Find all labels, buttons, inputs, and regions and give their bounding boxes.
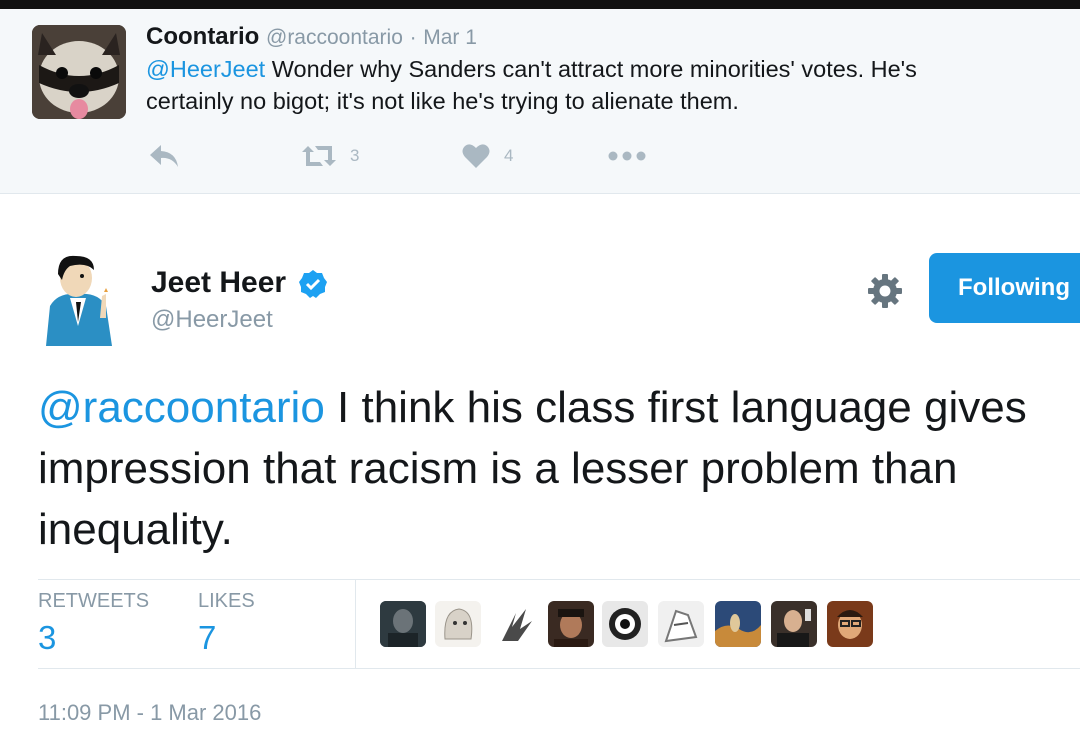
tweet-text-line1: Wonder why Sanders can't attract more mi… [265,56,917,82]
avatar[interactable] [548,601,594,647]
parent-tweet-header: Coontario @raccoontario · Mar 1 [146,23,477,51]
mention-link[interactable]: @HeerJeet [146,56,265,82]
likes-label: LIKES [198,590,255,612]
avatar[interactable] [380,601,426,647]
more-button[interactable] [608,141,646,171]
retweets-stat[interactable]: RETWEETS 3 [38,590,178,657]
like-count: 4 [504,146,514,165]
gear-icon [868,274,902,308]
author-name[interactable]: Jeet Heer [151,266,328,300]
parent-tweet-text: @HeerJeet Wonder why Sanders can't attra… [146,53,1066,117]
avatar[interactable] [40,248,118,346]
main-tweet-text: @raccoontario I think his class first la… [38,377,1068,560]
avatar[interactable] [602,601,648,647]
retweets-label: RETWEETS [38,590,150,612]
following-button[interactable]: Following [929,253,1080,323]
tweet-text-line2: certainly no bigot; it's not like he's t… [146,88,739,114]
reply-button[interactable] [148,141,180,171]
likes-stat[interactable]: LIKES 7 [198,590,318,657]
retweet-count: 3 [350,146,360,165]
avatar[interactable] [827,601,873,647]
heart-icon [462,144,490,168]
status-bar [0,0,1080,9]
tweet-date[interactable]: Mar 1 [423,26,477,49]
reply-icon [150,145,178,167]
tweet-actions: 3 4 [146,141,746,171]
divider [38,579,1080,580]
likes-value: 7 [198,619,217,656]
avatar[interactable] [32,25,126,119]
retweet-button[interactable]: 3 [302,141,359,171]
more-icon [608,151,646,161]
stats-separator [355,580,356,668]
settings-button[interactable] [866,272,904,310]
author-name-text[interactable]: Jeet Heer [151,266,286,299]
avatar[interactable] [771,601,817,647]
mention-link[interactable]: @raccoontario [38,383,325,432]
retweet-icon [302,146,336,166]
author-handle[interactable]: @raccoontario [266,26,403,49]
divider [38,668,1080,669]
avatar[interactable] [715,601,761,647]
like-button[interactable]: 4 [462,141,513,171]
avatar[interactable] [492,601,538,647]
avatar[interactable] [658,601,704,647]
avatar[interactable] [435,601,481,647]
verified-badge-icon [299,270,328,299]
author-name[interactable]: Coontario [146,23,259,50]
retweets-value: 3 [38,619,57,656]
tweet-timestamp[interactable]: 11:09 PM - 1 Mar 2016 [38,700,261,726]
date-separator: · [409,26,417,49]
parent-tweet[interactable]: Coontario @raccoontario · Mar 1 @HeerJee… [0,9,1080,194]
author-handle[interactable]: @HeerJeet [151,306,273,334]
